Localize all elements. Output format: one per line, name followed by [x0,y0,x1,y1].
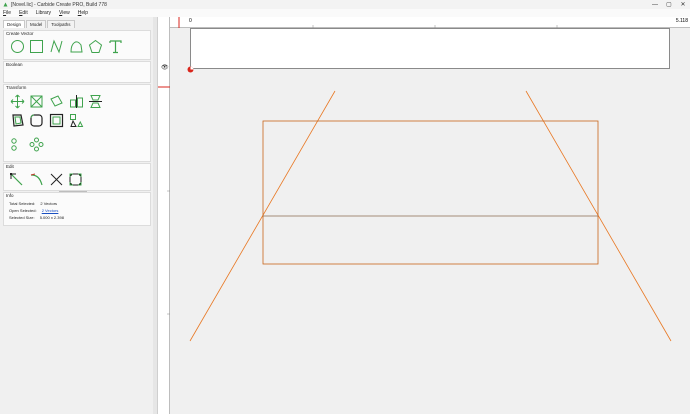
origin-marker-quadrant [190,66,194,70]
vector-rectangle[interactable] [262,120,599,265]
vector-drawing [187,66,672,342]
